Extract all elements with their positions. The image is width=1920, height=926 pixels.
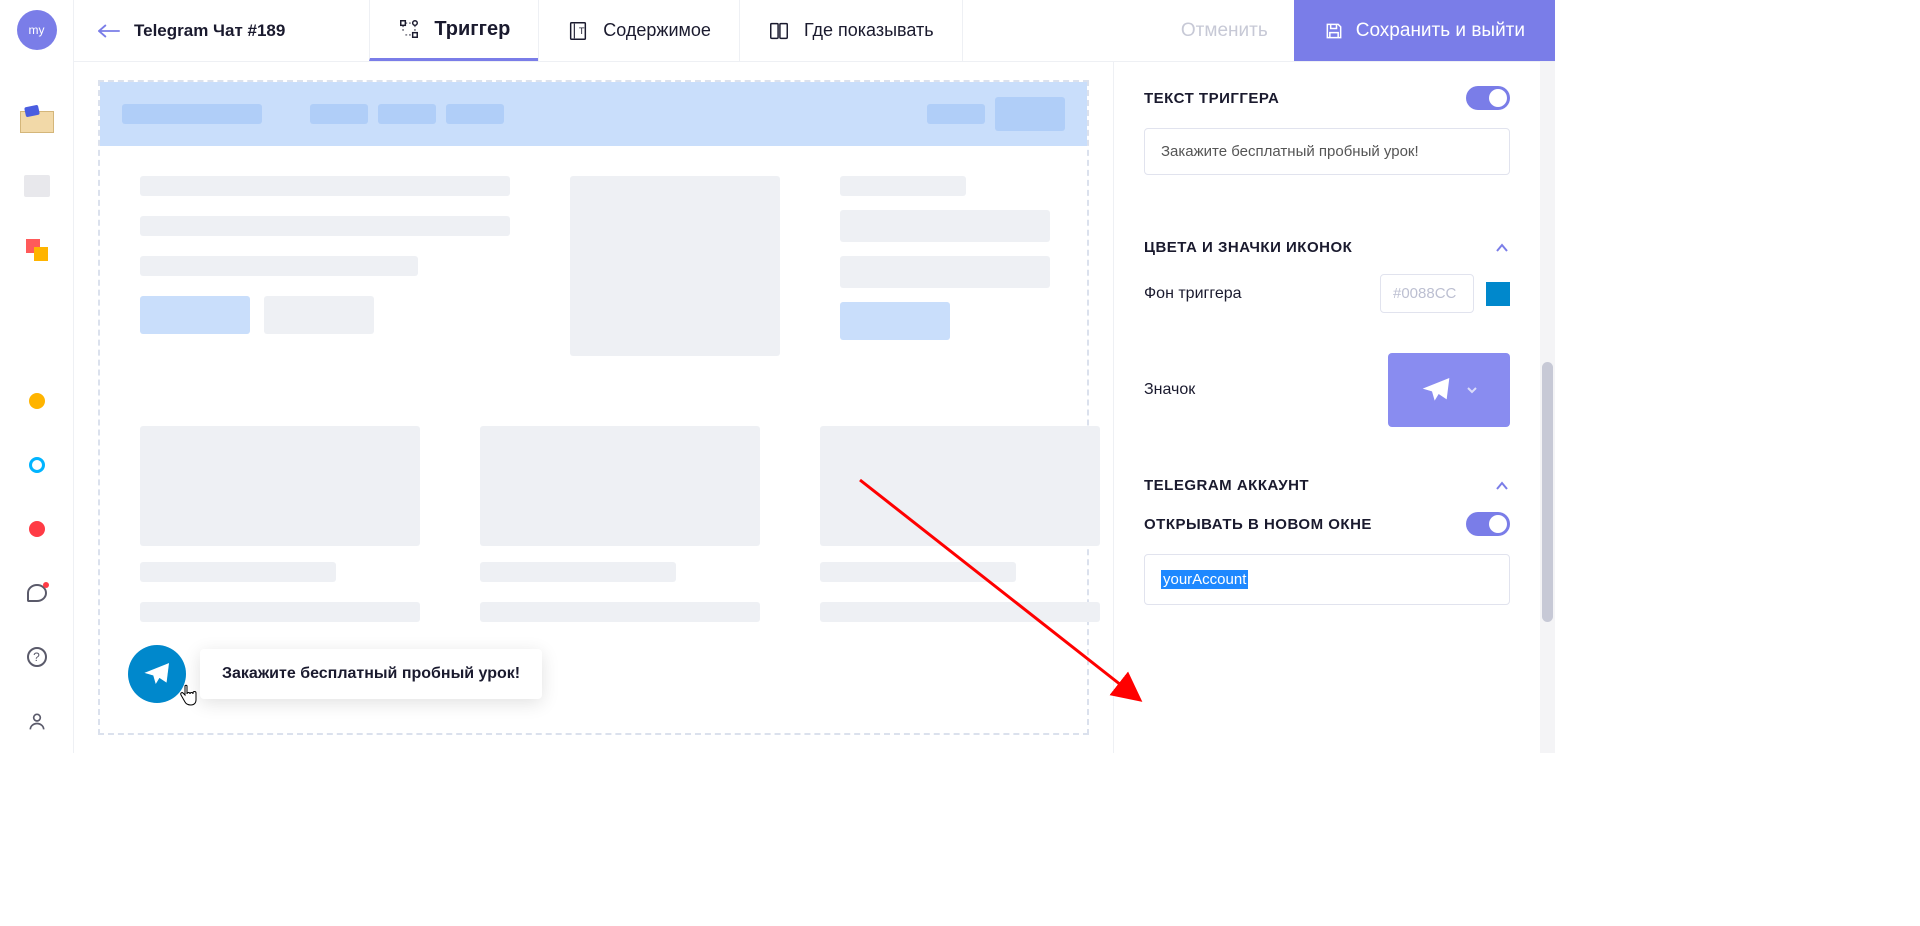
left-rail: my ? — [0, 0, 74, 753]
placeholder — [995, 97, 1065, 131]
settings-panel: ТЕКСТ ТРИГГЕРА ЦВЕТА И ЗНАЧКИ ИКОНОК Фон… — [1113, 62, 1540, 753]
placeholder — [570, 176, 780, 356]
cancel-button[interactable]: Отменить — [1155, 0, 1294, 61]
tab-trigger[interactable]: Триггер — [369, 0, 538, 61]
chat-icon — [27, 584, 47, 602]
nav-status-orange[interactable] — [19, 383, 55, 419]
trigger-tab-icon — [398, 18, 420, 40]
svg-text:T: T — [579, 25, 585, 35]
nav-status-red[interactable] — [19, 511, 55, 547]
placeholder — [840, 176, 966, 196]
open-new-window-toggle[interactable] — [1466, 512, 1510, 536]
cursor-hand-icon — [178, 684, 198, 711]
placeholder — [820, 562, 1016, 582]
account-input[interactable]: yourAccount — [1144, 554, 1510, 605]
bg-color-swatch[interactable] — [1486, 282, 1510, 306]
telegram-icon — [143, 660, 171, 688]
back-button[interactable]: Telegram Чат #189 — [74, 0, 309, 61]
nav-docs[interactable] — [19, 168, 55, 204]
tabs: Триггер T Содержимое Где показывать — [369, 0, 962, 61]
chevron-up-icon[interactable] — [1494, 478, 1510, 494]
nav-box[interactable] — [19, 104, 55, 140]
account-value-selection: yourAccount — [1161, 570, 1248, 589]
preview-body — [100, 146, 1087, 672]
nav-profile[interactable] — [19, 703, 55, 739]
doc-icon — [24, 175, 50, 197]
page-title: Telegram Чат #189 — [134, 21, 285, 41]
placeholder — [840, 302, 950, 340]
open-new-window-label: ОТКРЫВАТЬ В НОВОМ ОКНЕ — [1144, 516, 1372, 533]
tab-label: Триггер — [434, 18, 510, 41]
bg-color-input[interactable] — [1380, 274, 1474, 313]
icon-picker[interactable] — [1388, 353, 1510, 427]
trigger-text-label: ТЕКСТ ТРИГГЕРА — [1144, 90, 1279, 107]
tab-content[interactable]: T Содержимое — [538, 0, 739, 61]
colors-section-label: ЦВЕТА И ЗНАЧКИ ИКОНОК — [1144, 239, 1352, 256]
bg-color-label: Фон триггера — [1144, 285, 1242, 303]
placeholder — [264, 296, 374, 334]
trigger-tooltip: Закажите бесплатный пробный урок! — [200, 649, 542, 699]
nav-squares[interactable] — [19, 232, 55, 268]
placeholder — [840, 256, 1050, 288]
vertical-scrollbar[interactable] — [1540, 62, 1555, 753]
arrow-left-icon — [98, 24, 120, 38]
tab-label: Где показывать — [804, 20, 934, 41]
trigger-text-toggle[interactable] — [1466, 86, 1510, 110]
placeholder — [140, 602, 420, 622]
chevron-up-icon[interactable] — [1494, 240, 1510, 256]
trigger-text-input[interactable] — [1144, 128, 1510, 175]
placeholder — [140, 562, 336, 582]
placeholder — [820, 602, 1100, 622]
placeholder — [378, 104, 436, 124]
avatar[interactable]: my — [17, 10, 57, 50]
help-icon: ? — [27, 647, 47, 667]
ring-blue-icon — [29, 457, 45, 473]
dot-orange-icon — [29, 393, 45, 409]
tab-label: Содержимое — [603, 20, 711, 41]
dot-red-icon — [29, 521, 45, 537]
icon-picker-label: Значок — [1144, 381, 1195, 399]
preview-canvas-wrap: Закажите бесплатный пробный урок! — [74, 62, 1113, 753]
chevron-down-icon — [1466, 384, 1478, 396]
placeholder — [122, 104, 262, 124]
nav-status-blue[interactable] — [19, 447, 55, 483]
placeholder — [820, 426, 1100, 546]
header-actions: Отменить Сохранить и выйти — [1155, 0, 1555, 61]
placeholder — [310, 104, 368, 124]
tab-where[interactable]: Где показывать — [739, 0, 963, 61]
placeholder — [480, 562, 676, 582]
preview-canvas[interactable]: Закажите бесплатный пробный урок! — [98, 80, 1089, 735]
nav-chat[interactable] — [19, 575, 55, 611]
telegram-plane-icon — [1420, 374, 1452, 406]
placeholder — [446, 104, 504, 124]
where-tab-icon — [768, 20, 790, 42]
content-tab-icon: T — [567, 20, 589, 42]
nav-help[interactable]: ? — [19, 639, 55, 675]
placeholder — [140, 216, 510, 236]
placeholder — [140, 296, 250, 334]
person-icon — [27, 710, 47, 732]
placeholder — [840, 210, 1050, 242]
box-icon — [20, 111, 54, 133]
squares-icon — [26, 239, 48, 261]
placeholder — [140, 176, 510, 196]
account-section-label: TELEGRAM АККАУНТ — [1144, 477, 1309, 494]
placeholder — [480, 602, 760, 622]
save-label: Сохранить и выйти — [1356, 20, 1525, 42]
scrollbar-thumb[interactable] — [1542, 362, 1553, 622]
placeholder — [140, 426, 420, 546]
placeholder — [927, 104, 985, 124]
preview-navbar — [100, 82, 1087, 146]
placeholder — [140, 256, 418, 276]
placeholder — [480, 426, 760, 546]
save-button[interactable]: Сохранить и выйти — [1294, 0, 1555, 61]
header: Telegram Чат #189 Триггер T Содержимое Г… — [74, 0, 1555, 62]
save-icon — [1324, 21, 1344, 41]
